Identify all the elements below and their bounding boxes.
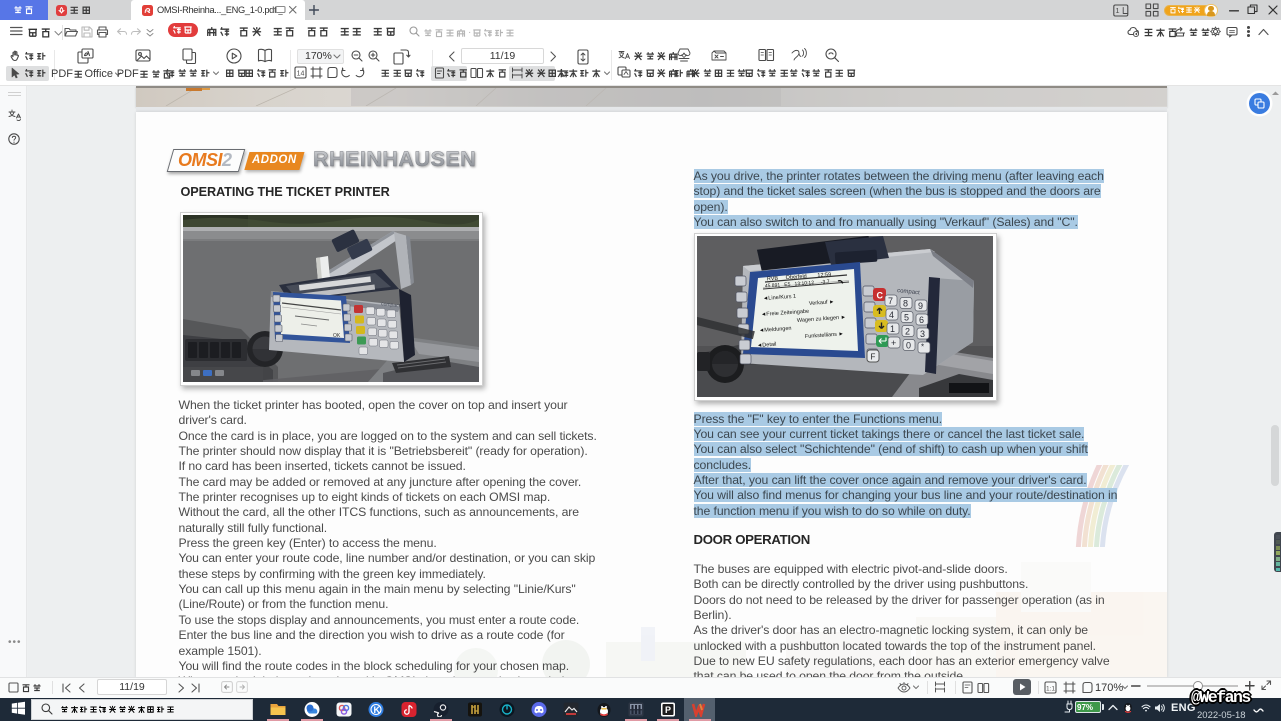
svg-text:K: K [374,705,381,715]
svg-text:5: 5 [904,313,909,323]
svg-text:8: 8 [903,299,908,309]
svg-text:OK: OK [333,333,341,339]
svg-text:14: 14 [297,71,305,78]
svg-text:+: + [891,338,896,348]
svg-text:4: 4 [889,310,894,320]
svg-text:RHEINHAUSEN: RHEINHAUSEN [313,147,476,171]
svg-text:1: 1 [1115,6,1119,15]
svg-text:1: 1 [890,324,895,334]
svg-text:0: 0 [906,341,911,351]
svg-text:2: 2 [905,327,910,337]
svg-text:*: * [921,343,924,352]
svg-text:F: F [871,353,876,362]
svg-text:C: C [877,291,884,301]
svg-text:7: 7 [888,296,893,306]
svg-text:1:1: 1:1 [1046,685,1055,692]
svg-text:3: 3 [920,329,925,339]
svg-text:6: 6 [919,315,924,325]
svg-text:9: 9 [918,301,923,311]
svg-text:P: P [665,705,671,715]
